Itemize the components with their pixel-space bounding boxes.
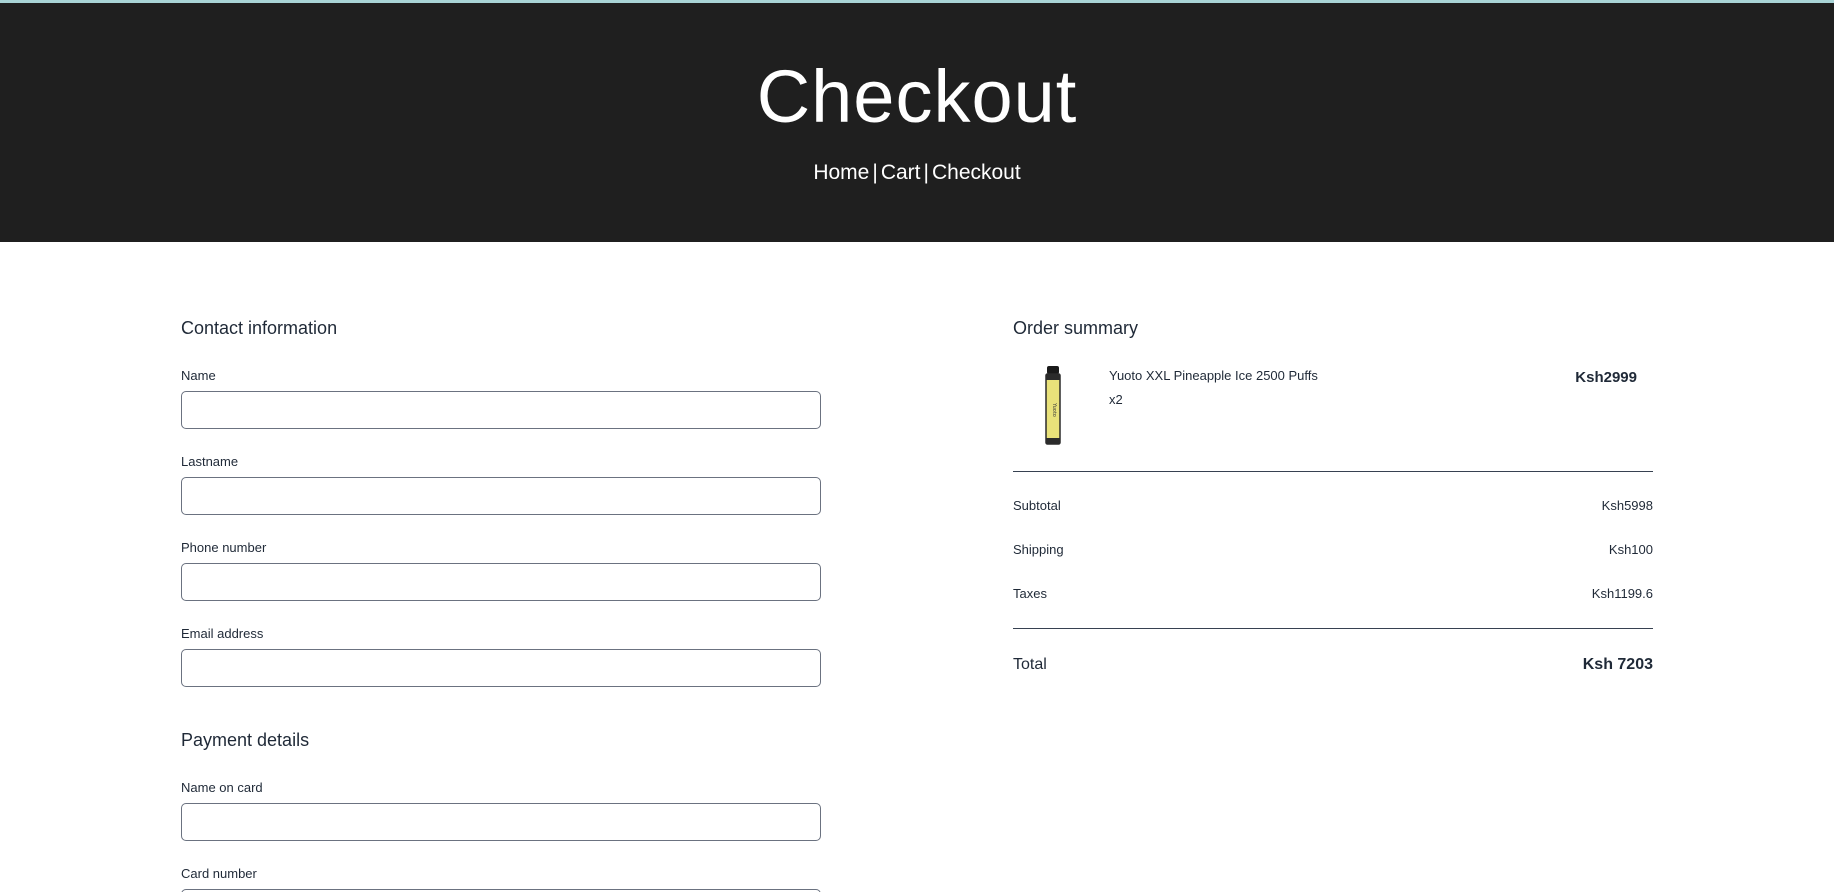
- breadcrumb-checkout-link[interactable]: Checkout: [932, 161, 1021, 184]
- breadcrumb-separator: |: [872, 161, 878, 184]
- order-summary-heading: Order summary: [1013, 318, 1139, 338]
- card-number-label: Card number: [181, 866, 257, 881]
- total-value: Ksh 7203: [1582, 656, 1653, 673]
- name-label: Name: [181, 368, 216, 383]
- order-item-price: Ksh2999: [1575, 369, 1637, 386]
- breadcrumb-cart-link[interactable]: Cart: [881, 161, 921, 184]
- vape-pen-icon: Yuoto: [1045, 366, 1061, 445]
- breadcrumb: Home | Cart | Checkout: [0, 159, 1834, 187]
- name-input[interactable]: [181, 391, 821, 429]
- contact-information-heading: Contact information: [181, 318, 338, 338]
- email-address-input[interactable]: [181, 649, 821, 687]
- lastname-input[interactable]: [181, 477, 821, 515]
- taxes-label: Taxes: [1013, 586, 1047, 601]
- name-on-card-input[interactable]: [181, 803, 821, 841]
- page-hero: Checkout Home | Cart | Checkout: [0, 3, 1834, 242]
- total-divider: [1013, 628, 1653, 629]
- svg-text:Yuoto: Yuoto: [1051, 402, 1057, 417]
- summary-divider: [1013, 471, 1653, 472]
- breadcrumb-home-link[interactable]: Home: [813, 161, 869, 184]
- taxes-value: Ksh1199.6: [1591, 586, 1653, 601]
- checkout-main: Contact information Name Lastname Phone …: [0, 242, 1834, 892]
- shipping-value: Ksh100: [1608, 542, 1653, 557]
- lastname-label: Lastname: [181, 454, 239, 469]
- phone-number-input[interactable]: [181, 563, 821, 601]
- page-title: Checkout: [756, 55, 1078, 138]
- payment-details-heading: Payment details: [181, 730, 310, 750]
- subtotal-value: Ksh5998: [1601, 498, 1653, 513]
- breadcrumb-separator: |: [923, 161, 929, 184]
- name-on-card-label: Name on card: [181, 780, 263, 795]
- total-label: Total: [1013, 656, 1047, 673]
- order-item-name[interactable]: Yuoto XXL Pineapple Ice 2500 Puffs: [1109, 368, 1318, 383]
- subtotal-label: Subtotal: [1013, 498, 1061, 513]
- order-item-quantity: x2: [1109, 392, 1123, 407]
- email-address-label: Email address: [181, 626, 264, 641]
- shipping-label: Shipping: [1013, 542, 1064, 557]
- phone-number-label: Phone number: [181, 540, 267, 555]
